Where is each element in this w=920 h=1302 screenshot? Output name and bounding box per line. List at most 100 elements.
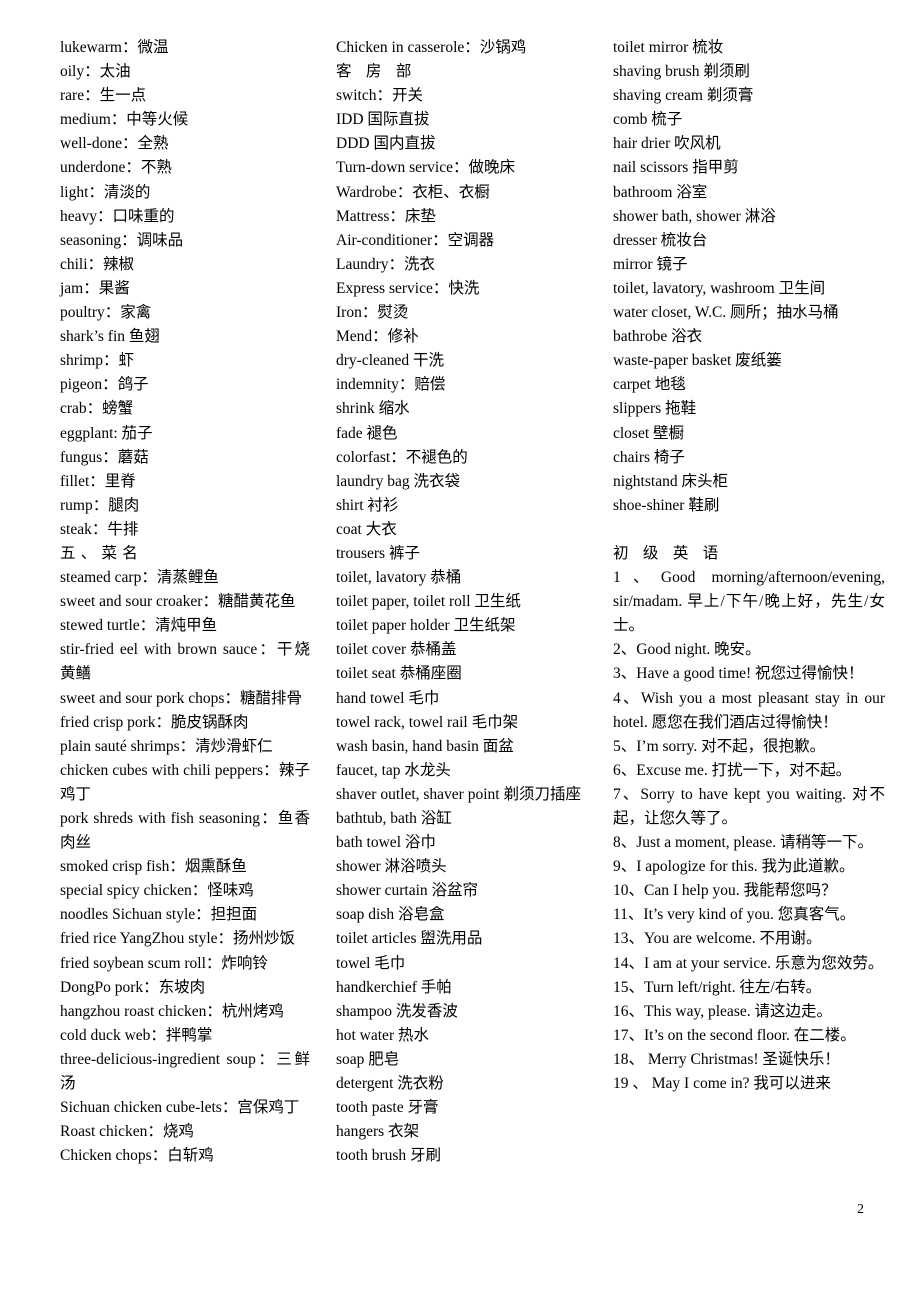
glossary-entry: 3、Have a good time! 祝您过得愉快！ [613,665,864,683]
glossary-entry: 2、Good night. 晚安。 [613,641,761,659]
glossary-entry: shaver outlet, shaver point 剃须刀插座 [336,785,581,803]
glossary-entry: soap dish 浴皂盒 [336,906,445,924]
glossary-entry: chicken cubes with chili peppers：辣子鸡丁 [60,761,310,803]
text-column-3: toilet mirror 梳妆 shaving brush 剃须刷 shaving… [613,36,885,1096]
glossary-entry: bathroom 浴室 [613,183,708,201]
glossary-entry: handkerchief 手帕 [336,978,452,996]
glossary-entry: cold duck web：拌鸭掌 [60,1026,213,1044]
glossary-entry: 5、I’m sorry. 对不起，很抱歉。 [613,737,826,755]
glossary-entry: slippers 拖鞋 [613,400,697,418]
glossary-entry: toilet, lavatory, washroom 卫生间 [613,279,826,297]
glossary-entry: Chicken in casserole：沙锅鸡 [336,39,527,56]
glossary-entry: 14、I am at your service. 乐意为您效劳。 [613,954,884,972]
glossary-entry: chili：辣椒 [60,255,135,273]
glossary-entry: towel 毛巾 [336,954,406,972]
glossary-entry: colorfast：不褪色的 [336,448,468,466]
glossary-entry: closet 壁橱 [613,424,685,442]
glossary-entry: 19 、 May I come in? 我可以进来 [613,1075,831,1093]
glossary-entry: seasoning：调味品 [60,231,184,249]
glossary-entry: hair drier 吹风机 [613,135,721,153]
glossary-entry: shower bath, shower 淋浴 [613,207,776,225]
glossary-entry: bath towel 浴巾 [336,834,436,852]
glossary-entry: nail scissors 指甲剪 [613,159,739,177]
glossary-entry: 17、It’s on the second floor. 在二楼。 [613,1026,856,1044]
glossary-entry: steak：牛排 [60,520,139,538]
glossary-entry: shaving brush 剃须刷 [613,63,750,81]
glossary-entry: oily：太油 [60,63,131,81]
glossary-entry: shaving cream 剃须膏 [613,87,754,105]
glossary-entry: water closet, W.C. 厕所；抽水马桶 [613,304,839,322]
glossary-entry: shoe-shiner 鞋刷 [613,496,720,514]
glossary-entry: rare：生一点 [60,87,147,105]
glossary-entry: medium：中等火候 [60,111,189,129]
glossary-entry: mirror 镜子 [613,255,688,273]
glossary-entry: shower 淋浴喷头 [336,858,447,876]
glossary-entry: Air-conditioner：空调器 [336,231,495,249]
glossary-entry: fade 褪色 [336,424,398,442]
glossary-entry: 13、You are welcome. 不用谢。 [613,930,822,948]
glossary-entry: 18、 Merry Christmas! 圣诞快乐！ [613,1050,840,1068]
glossary-entry: hand towel 毛巾 [336,689,440,707]
glossary-entry: toilet seat 恭桶座圈 [336,665,462,683]
glossary-entry: Chicken chops：白斩鸡 [60,1147,214,1165]
glossary-entry: stir-fried eel with brown sauce：干烧黄鳝 [60,641,310,683]
glossary-entry: well-done：全熟 [60,135,169,153]
glossary-entry: trousers 裤子 [336,544,420,562]
glossary-entry: Iron：熨烫 [336,304,409,322]
page-number: 2 [857,1202,864,1217]
glossary-entry: toilet paper holder 卫生纸架 [336,617,516,635]
glossary-entry: crab：螃蟹 [60,400,134,418]
glossary-entry: shirt 衬衫 [336,496,399,514]
glossary-entry: toilet mirror 梳妆 [613,39,724,56]
glossary-entry: 8、Just a moment, please. 请稍等一下。 [613,834,874,852]
glossary-entry: Wardrobe：衣柜、衣橱 [336,183,490,201]
glossary-entry: 15、Turn left/right. 往左/右转。 [613,978,822,996]
glossary-entry: 9、I apologize for this. 我为此道歉。 [613,858,855,876]
glossary-entry: shampoo 洗发香波 [336,1002,458,1020]
glossary-entry: noodles Sichuan style：担担面 [60,906,258,924]
glossary-entry: switch：开关 [336,87,423,105]
glossary-entry: poultry：家禽 [60,304,152,322]
section-heading: 初 级 英 语 [613,544,724,562]
glossary-entry: pork shreds with fish seasoning：鱼香肉丝 [60,810,310,852]
glossary-entry: eggplant: 茄子 [60,424,153,442]
glossary-entry: chairs 椅子 [613,448,685,466]
glossary-entry: bathtub, bath 浴缸 [336,810,452,827]
glossary-entry: hangers 衣架 [336,1123,420,1141]
glossary-entry: tooth brush 牙刷 [336,1147,442,1165]
glossary-entry: three-delicious-ingredient soup：三鲜汤 [60,1050,310,1093]
glossary-entry: underdone：不熟 [60,159,172,177]
glossary-entry: comb 梳子 [613,111,683,129]
glossary-entry: toilet articles 盥洗用品 [336,930,483,948]
glossary-entry: 6、Excuse me. 打扰一下，对不起。 [613,761,852,779]
text-column-1: lukewarm：微温 oily：太油 rare：生一点 medium：中等火候 wel… [60,36,310,1168]
glossary-entry: lukewarm：微温 [60,39,169,56]
glossary-entry: toilet cover 恭桶盖 [336,641,457,659]
glossary-entry: soap 肥皂 [336,1050,400,1068]
glossary-entry: dresser 梳妆台 [613,231,708,249]
glossary-entry: jam：果酱 [60,279,130,297]
glossary-entry: 16、This way, please. 请这边走。 [613,1002,832,1020]
glossary-entry: toilet paper, toilet roll 卫生纸 [336,593,521,611]
glossary-entry: shrink 缩水 [336,400,410,418]
glossary-entry: hot water 热水 [336,1026,429,1044]
glossary-entry: fungus：蘑菇 [60,448,149,466]
glossary-entry: Laundry：洗衣 [336,255,436,273]
glossary-entry: 10、Can I help you. 我能帮您吗？ [613,882,837,900]
glossary-entry: Turn-down service：做晚床 [336,159,515,177]
glossary-entry: fried rice YangZhou style：扬州炒饭 [60,930,296,948]
glossary-entry: laundry bag 洗衣袋 [336,472,460,490]
glossary-entry: carpet 地毯 [613,376,686,394]
glossary-entry: Express service：快洗 [336,279,480,297]
glossary-entry: Mend：修补 [336,328,419,346]
glossary-entry: bathrobe 浴衣 [613,328,703,346]
glossary-entry: waste-paper basket 废纸篓 [613,352,782,370]
text-column-2: Chicken in casserole：沙锅鸡客 房 部 switch：开关 ID… [336,36,591,1168]
glossary-entry: Roast chicken：烧鸡 [60,1123,194,1141]
glossary-entry: smoked crisp fish：烟熏酥鱼 [60,858,247,876]
glossary-entry: toilet, lavatory 恭桶 [336,569,462,587]
glossary-entry: rump：腿肉 [60,496,140,514]
glossary-entry: fried soybean scum roll：炸响铃 [60,954,268,972]
glossary-entry: shrimp：虾 [60,352,135,370]
